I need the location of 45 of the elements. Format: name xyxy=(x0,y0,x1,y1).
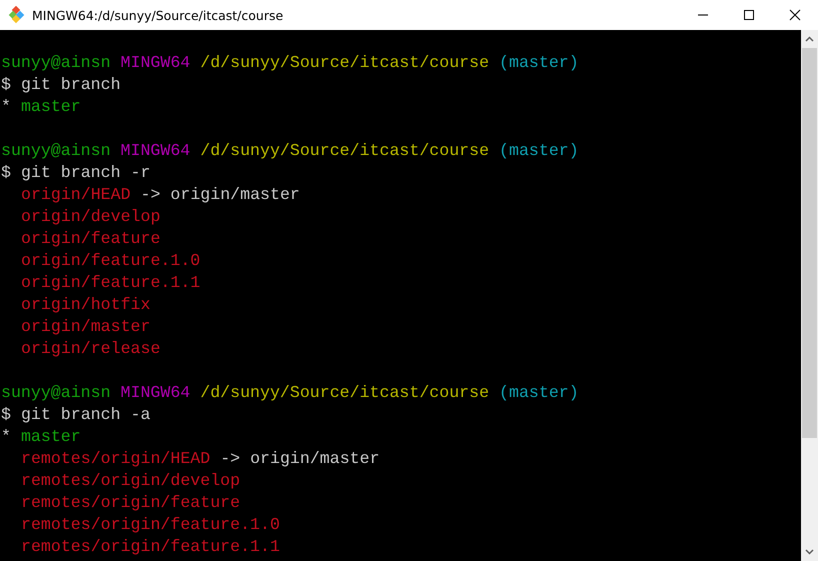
command-text: git branch xyxy=(20,74,121,96)
prompt-symbol: $ xyxy=(1,404,11,426)
remote-branch: origin/master xyxy=(21,316,150,338)
branch-target: -> origin/master xyxy=(220,448,380,470)
close-icon[interactable] xyxy=(789,9,801,21)
remote-branch: origin/release xyxy=(21,338,160,360)
command-text: git branch -a xyxy=(20,404,150,426)
system-name: MINGW64 xyxy=(120,140,190,162)
prompt-symbol: $ xyxy=(1,162,11,184)
system-name: MINGW64 xyxy=(120,52,190,74)
window-title: MINGW64:/d/sunyy/Source/itcast/course xyxy=(32,8,284,22)
remote-branch: remotes/origin/feature.1.1 xyxy=(21,536,280,558)
remote-branch: remotes/origin/develop xyxy=(21,470,240,492)
working-path: /d/sunyy/Source/itcast/course xyxy=(200,140,490,162)
current-branch: master xyxy=(20,96,81,118)
remote-branch: remotes/origin/HEAD xyxy=(21,448,210,470)
chevron-down-icon[interactable] xyxy=(805,549,814,555)
branch-target: -> origin/master xyxy=(140,184,300,206)
branch-name: (master) xyxy=(499,140,579,162)
remote-branch: origin/develop xyxy=(21,206,160,228)
scrollbar[interactable] xyxy=(801,30,818,561)
remote-branch: remotes/origin/feature xyxy=(21,492,240,514)
user-host: sunyy@ainsn xyxy=(1,52,111,74)
command-text: git branch -r xyxy=(20,162,150,184)
remote-branch: origin/HEAD xyxy=(21,184,131,206)
remote-branch: remotes/origin/feature.1.0 xyxy=(21,514,280,536)
diamond-logo-icon xyxy=(8,6,26,24)
chevron-up-icon[interactable] xyxy=(805,36,814,42)
branch-name: (master) xyxy=(499,382,579,404)
user-host: sunyy@ainsn xyxy=(1,382,111,404)
prompt-symbol: $ xyxy=(1,74,11,96)
maximize-icon[interactable] xyxy=(743,9,755,21)
remote-branch: origin/hotfix xyxy=(21,294,150,316)
working-path: /d/sunyy/Source/itcast/course xyxy=(200,52,490,74)
system-name: MINGW64 xyxy=(120,382,190,404)
branch-name: (master) xyxy=(499,52,579,74)
current-marker: * xyxy=(1,426,11,448)
scrollbar-thumb[interactable] xyxy=(802,48,817,438)
remote-branch: origin/feature.1.1 xyxy=(21,272,200,294)
user-host: sunyy@ainsn xyxy=(1,140,111,162)
current-branch: master xyxy=(20,426,81,448)
remote-branch: origin/feature xyxy=(21,228,160,250)
current-marker: * xyxy=(1,96,11,118)
remote-branch: origin/feature.1.0 xyxy=(21,250,200,272)
working-path: /d/sunyy/Source/itcast/course xyxy=(200,382,490,404)
